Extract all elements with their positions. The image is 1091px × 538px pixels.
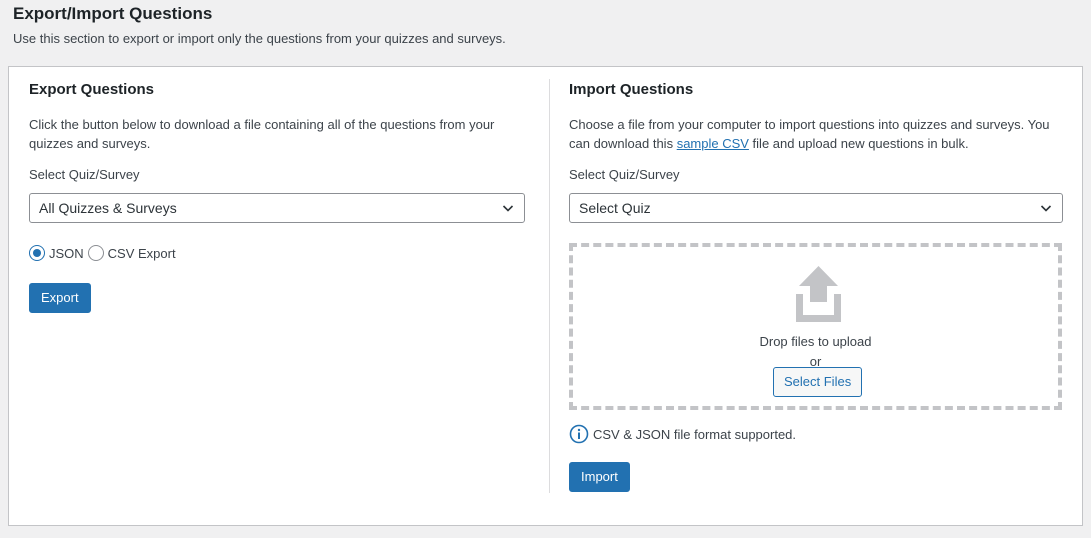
chevron-down-icon [1040, 205, 1052, 212]
upload-icon [796, 266, 841, 322]
export-import-panel: Export Questions Click the button below … [8, 66, 1083, 526]
import-quiz-select[interactable]: Select Quiz [569, 193, 1063, 223]
select-files-button[interactable]: Select Files [773, 367, 863, 397]
export-title: Export Questions [29, 81, 155, 98]
sample-csv-link[interactable]: sample CSV [677, 136, 749, 151]
page-description: Use this section to export or import onl… [13, 31, 506, 46]
export-select-value: All Quizzes & Surveys [39, 200, 177, 216]
csv-radio-label: CSV Export [107, 245, 176, 261]
format-info-text: CSV & JSON file format supported. [593, 426, 797, 442]
json-radio[interactable] [29, 245, 45, 261]
format-info: CSV & JSON file format supported. [569, 424, 796, 444]
file-dropzone[interactable]: Drop files to upload or Select Files [569, 243, 1062, 410]
import-title: Import Questions [569, 81, 694, 98]
import-description-text-end: file and upload new questions in bulk. [748, 136, 969, 151]
import-select-value: Select Quiz [579, 200, 651, 216]
drop-files-text: Drop files to upload [759, 334, 872, 349]
export-select-label: Select Quiz/Survey [29, 167, 140, 182]
import-description: Choose a file from your computer to impo… [569, 115, 1059, 153]
chevron-down-icon [502, 205, 514, 212]
json-radio-label: JSON [49, 245, 84, 261]
export-format-group: JSON CSV Export [29, 245, 180, 261]
export-button[interactable]: Export [29, 283, 91, 313]
info-icon [569, 424, 589, 444]
page-title: Export/Import Questions [13, 4, 213, 23]
export-quiz-select[interactable]: All Quizzes & Surveys [29, 193, 525, 223]
import-select-label: Select Quiz/Survey [569, 167, 680, 182]
export-description: Click the button below to download a fil… [29, 117, 495, 151]
csv-radio[interactable] [87, 245, 104, 261]
import-button[interactable]: Import [569, 462, 630, 492]
column-divider [549, 79, 550, 493]
